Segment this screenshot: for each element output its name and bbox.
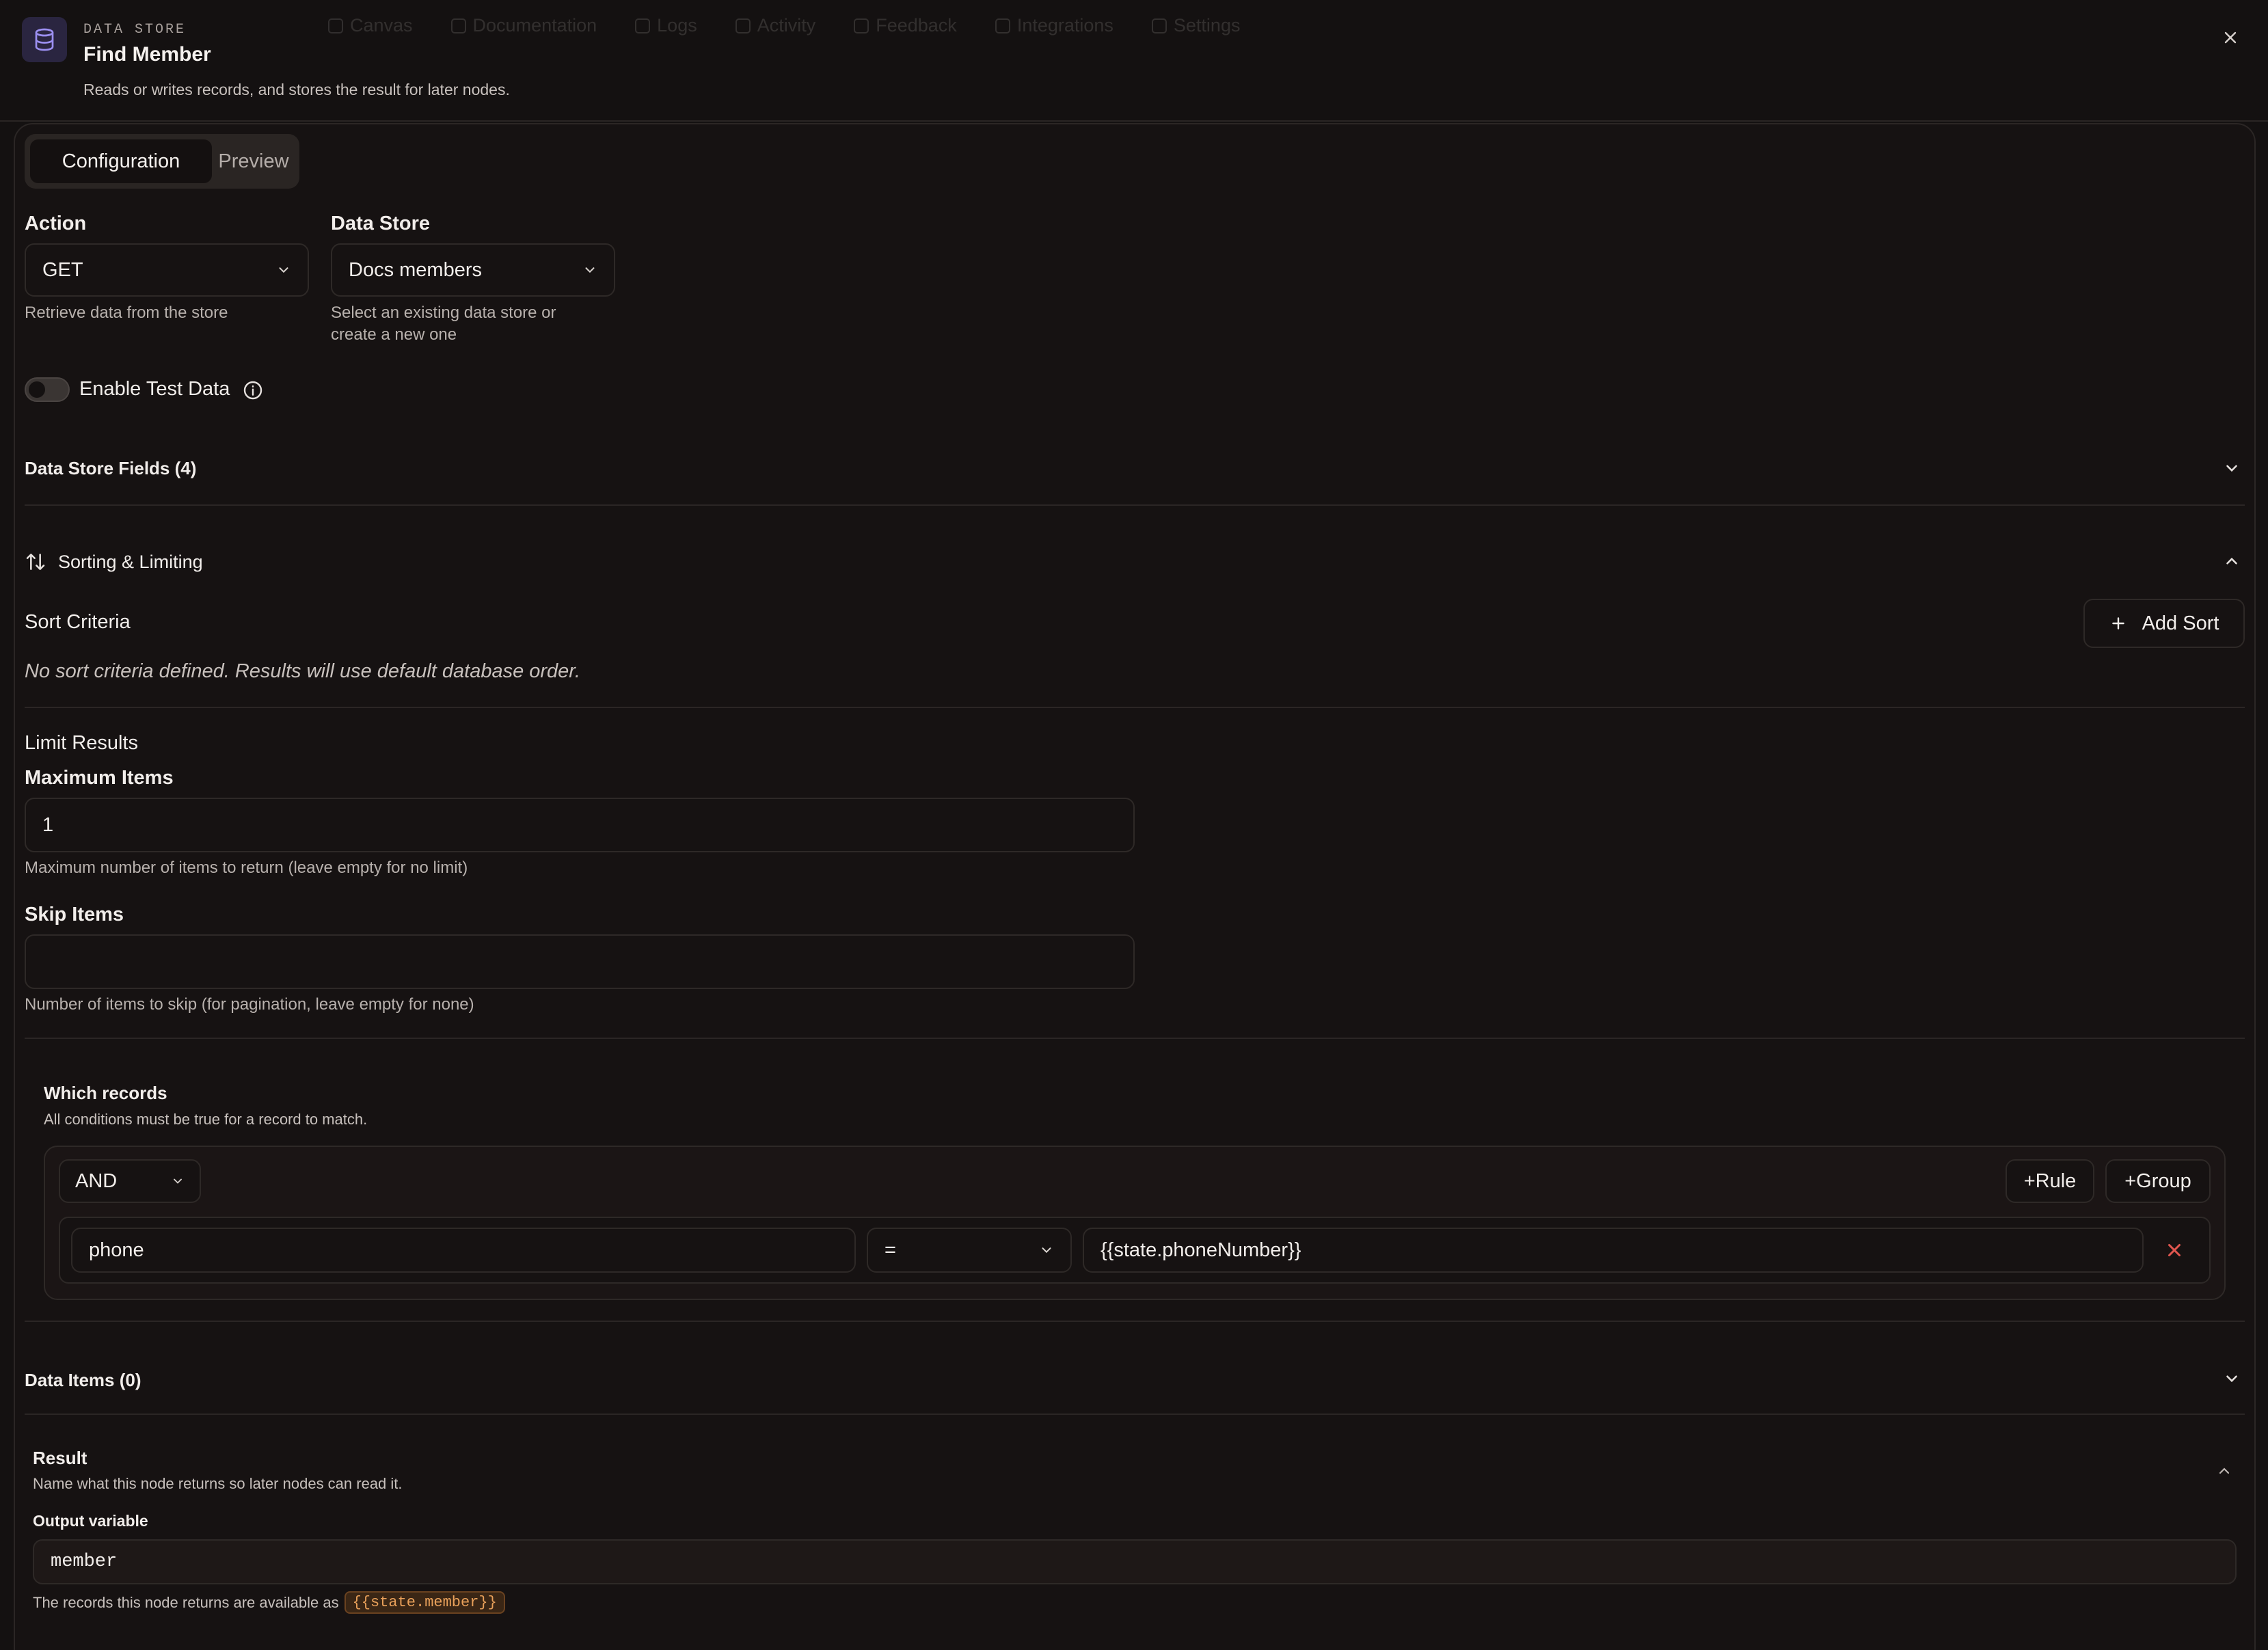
feedback-icon [854, 18, 869, 33]
skip-items-help: Number of items to skip (for pagination,… [25, 995, 474, 1014]
close-icon [2224, 31, 2237, 44]
action-help: Retrieve data from the store [25, 303, 228, 322]
node-title: Find Member [83, 43, 211, 66]
max-items-help: Maximum number of items to return (leave… [25, 858, 468, 877]
combinator-select[interactable]: AND [59, 1159, 201, 1203]
plus-icon [2111, 617, 2124, 630]
result-subtitle: Name what this node returns so later nod… [33, 1475, 403, 1492]
chevron-down-icon [279, 267, 288, 273]
add-group-button[interactable]: +Group [2105, 1159, 2211, 1203]
data-store-value: Docs members [349, 258, 482, 281]
database-icon [22, 17, 67, 62]
chevron-up-icon[interactable] [2223, 552, 2241, 570]
data-store-help: Select an existing data store or create … [331, 302, 556, 346]
output-variable-label: Output variable [33, 1512, 148, 1530]
result-title: Result [33, 1448, 87, 1468]
chevron-down-icon [174, 1178, 182, 1184]
chevron-down-icon [1042, 1247, 1051, 1254]
tab-bar: Configuration Preview [25, 134, 299, 189]
data-store-label: Data Store [331, 213, 431, 234]
chevron-down-icon[interactable] [2223, 459, 2241, 477]
toggle-knob [29, 381, 45, 398]
add-rule-button[interactable]: +Rule [2006, 1159, 2094, 1203]
test-data-label: Enable Test Data [79, 378, 230, 400]
limit-results-title: Limit Results [25, 732, 138, 754]
section-divider [25, 1414, 2245, 1415]
state-token: {{state.member}} [344, 1591, 505, 1614]
background-nav-item: Canvas [328, 15, 413, 36]
max-items-value: 1 [42, 813, 54, 836]
max-items-label: Maximum Items [25, 767, 174, 789]
chevron-down-icon[interactable] [2223, 1370, 2241, 1388]
close-icon [2168, 1244, 2181, 1256]
max-items-input[interactable]: 1 [25, 798, 1135, 852]
output-variable-value: member [51, 1552, 118, 1572]
sorting-section-title[interactable]: Sorting & Limiting [58, 552, 203, 573]
background-nav-item: Activity [735, 15, 815, 36]
section-divider [25, 1038, 2245, 1039]
sort-empty-text: No sort criteria defined. Results will u… [25, 660, 580, 682]
background-nav-item: Documentation [450, 15, 597, 36]
rule-value-input[interactable]: {{state.phoneNumber}} [1083, 1228, 2144, 1273]
background-nav-item: Logs [635, 15, 697, 36]
config-panel [14, 123, 2256, 1650]
test-data-toggle[interactable] [25, 377, 70, 402]
skip-items-input[interactable] [25, 934, 1135, 989]
remove-rule-button[interactable] [2164, 1240, 2185, 1260]
rule-field-input[interactable]: phone [71, 1228, 856, 1273]
which-records-title: Which records [44, 1083, 167, 1103]
action-select[interactable]: GET [25, 243, 309, 297]
section-divider [25, 504, 2245, 506]
combinator-value: AND [75, 1169, 118, 1192]
section-divider [25, 1321, 2245, 1322]
info-icon[interactable] [242, 379, 264, 401]
activity-icon [735, 18, 751, 33]
close-button[interactable] [2217, 25, 2243, 51]
sort-criteria-label: Sort Criteria [25, 611, 131, 633]
result-note: The records this node returns are availa… [33, 1591, 505, 1614]
action-label: Action [25, 213, 87, 234]
fields-section-title[interactable]: Data Store Fields (4) [25, 458, 196, 479]
tab-configuration[interactable]: Configuration [30, 139, 212, 183]
data-store-select[interactable]: Docs members [331, 243, 615, 297]
rule-operator-value: = [885, 1239, 896, 1261]
logs-icon [635, 18, 651, 33]
skip-items-label: Skip Items [25, 904, 124, 925]
background-nav-item: Feedback [854, 15, 957, 36]
action-value: GET [42, 258, 83, 281]
sort-arrows-icon [25, 551, 46, 573]
which-records-subtitle: All conditions must be true for a record… [44, 1111, 368, 1128]
canvas-icon [328, 18, 343, 33]
result-note-text: The records this node returns are availa… [33, 1593, 339, 1611]
rule-operator-select[interactable]: = [867, 1228, 1072, 1273]
header-divider [0, 120, 2268, 122]
chevron-up-icon[interactable] [2216, 1463, 2232, 1479]
integrations-icon [995, 18, 1010, 33]
tab-preview[interactable]: Preview [213, 139, 294, 183]
data-store-help-line: Select an existing data store or [331, 303, 556, 322]
settings-icon [1151, 18, 1167, 33]
section-divider [25, 707, 2245, 708]
node-subtitle: Reads or writes records, and stores the … [83, 81, 510, 98]
output-variable-input[interactable]: member [33, 1539, 2237, 1584]
node-type-label: DATA STORE [83, 22, 187, 38]
add-sort-label: Add Sort [2142, 612, 2219, 634]
chevron-down-icon [585, 267, 595, 273]
rule-field-value: phone [89, 1239, 144, 1261]
background-nav: Canvas Documentation Logs Activity Feedb… [328, 15, 1240, 36]
data-items-title[interactable]: Data Items (0) [25, 1370, 141, 1391]
docs-icon [450, 18, 466, 33]
background-nav-item: Integrations [995, 15, 1113, 36]
rule-value: {{state.phoneNumber}} [1101, 1239, 1301, 1261]
background-nav-item: Settings [1151, 15, 1240, 36]
add-sort-button[interactable]: Add Sort [2083, 599, 2245, 648]
data-store-help-line: create a new one [331, 325, 457, 344]
